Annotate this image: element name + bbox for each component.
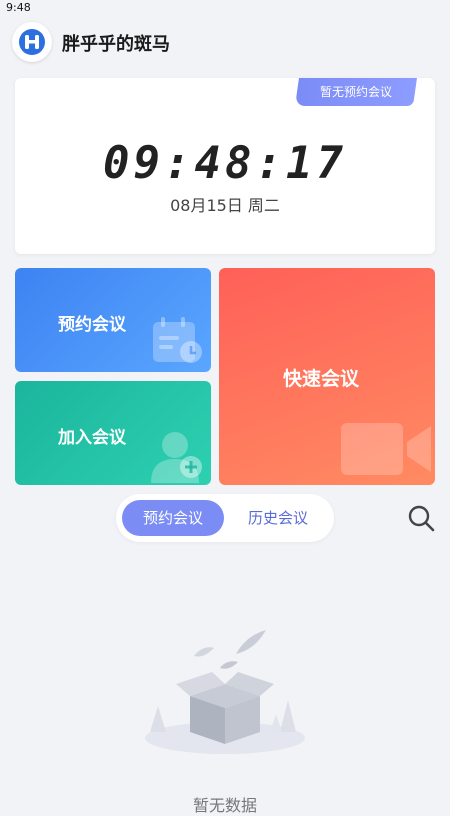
clock-time: 09:48:17 xyxy=(103,138,347,189)
app-title: 胖乎乎的斑马 xyxy=(62,34,170,55)
clock-card: 暂无预约会议 09:48:17 08月15日 周二 xyxy=(15,78,435,254)
app-logo[interactable] xyxy=(12,22,52,62)
status-bar: 9:48 xyxy=(0,0,450,18)
no-meeting-badge: 暂无预约会议 xyxy=(295,78,417,106)
tab-scheduled-meetings[interactable]: 预约会议 xyxy=(122,500,224,536)
search-icon xyxy=(408,505,435,532)
meeting-tabs: 预约会议 历史会议 xyxy=(116,494,334,542)
calendar-clock-icon xyxy=(153,317,202,363)
schedule-meeting-label: 预约会议 xyxy=(58,315,126,335)
quick-meeting-label: 快速会议 xyxy=(283,368,360,390)
app-bar: 胖乎乎的斑马 xyxy=(0,18,450,66)
no-meeting-badge-label: 暂无预约会议 xyxy=(319,85,392,99)
search-button[interactable] xyxy=(405,502,437,534)
tab-history-meetings[interactable]: 历史会议 xyxy=(228,500,328,536)
schedule-meeting-tile[interactable]: 预约会议 xyxy=(15,268,211,372)
join-meeting-tile[interactable]: 加入会议 xyxy=(15,381,211,485)
empty-state-text: 暂无数据 xyxy=(192,796,257,815)
status-time: 9:48 xyxy=(6,1,31,14)
quick-meeting-tile[interactable]: 快速会议 xyxy=(219,268,435,485)
logo-icon xyxy=(19,29,45,55)
add-user-icon xyxy=(151,432,202,483)
empty-box-illustration xyxy=(145,630,305,754)
clock-date: 08月15日 周二 xyxy=(170,196,280,215)
join-meeting-label: 加入会议 xyxy=(58,428,126,448)
video-camera-icon xyxy=(341,423,431,475)
